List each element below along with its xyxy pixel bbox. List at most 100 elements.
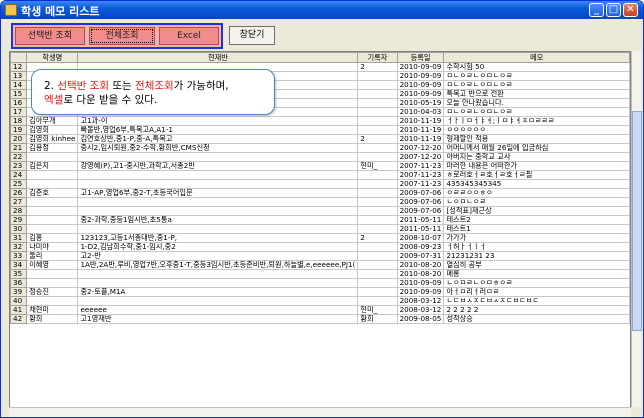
cell-memo[interactable]: ㄴㅇㅁㄹㄴㅇㅁㅎㅇㄹ [443, 278, 630, 288]
cell-recorder[interactable]: 황희 [357, 314, 398, 324]
cell-memo[interactable]: 아ㅓㅁ리ㅓ러ㅁㄹ [443, 287, 630, 297]
cell-rownum[interactable]: 40 [10, 296, 28, 306]
cell-student[interactable] [26, 269, 79, 279]
cell-rownum[interactable]: 18 [10, 116, 28, 126]
excel-button[interactable]: Excel [159, 27, 219, 45]
cell-student[interactable]: 둘리 [26, 251, 79, 261]
cell-class[interactable]: 빠볼반,영업6부,특목고A,A1-1 [77, 125, 359, 135]
cell-date[interactable]: 2010-08-20 [396, 269, 445, 279]
cell-recorder[interactable] [357, 179, 398, 189]
cell-date[interactable]: 2007-11-23 [396, 170, 445, 180]
cell-date[interactable]: 2009-08-05 [396, 314, 445, 324]
cell-recorder[interactable] [357, 224, 398, 234]
cell-student[interactable] [26, 170, 79, 180]
cell-memo[interactable]: [성적표]재근상 [443, 206, 630, 216]
table-row[interactable]: 42 황희 고1영재반 황희 2009-08-05 성적상승 [10, 314, 630, 324]
cell-memo[interactable]: ㅇㅇㅇㅇㅇㅇ [443, 125, 630, 135]
table-row[interactable]: 32 나미야 1-D2,김남희수학,중1-임시,중2 2008-09-23 ㅓ허ㅏㅓㅣㅓ [10, 242, 630, 252]
cell-student[interactable]: 나미야 [26, 242, 79, 252]
close-icon[interactable]: ✕ [623, 3, 638, 17]
cell-recorder[interactable] [357, 89, 398, 99]
table-row[interactable]: 23 김은지 강영혜(P),고1-중시반,과학고,서총2반 현미_ 2007-11-23… [10, 161, 630, 171]
cell-memo[interactable]: ㅎ로러호ㅓㄹ호ㅓㄹ호ㅓㄹ필 [443, 170, 630, 180]
cell-rownum[interactable]: 36 [10, 278, 28, 288]
cell-rownum[interactable]: 14 [10, 80, 28, 90]
cell-recorder[interactable] [357, 278, 398, 288]
table-row[interactable]: 34 이혜영 1A반,2A반,루비,영업7반,오후중1-T,중등3임시반,초등준비반… [10, 260, 630, 270]
cell-recorder[interactable]: 현미_ [357, 305, 398, 315]
cell-student[interactable]: 김영희 [26, 125, 79, 135]
cell-recorder[interactable] [357, 269, 398, 279]
cell-recorder[interactable] [357, 125, 398, 135]
cell-recorder[interactable] [357, 170, 398, 180]
cell-date[interactable]: 2007-11-23 [396, 161, 445, 171]
cell-rownum[interactable]: 12 [10, 62, 28, 72]
table-row[interactable]: 29 중2-과학,중등1임시반,초5통a 2011-05-11 테스트2 [10, 215, 630, 225]
table-row[interactable]: 22 2007-12-20 아버지는 중학교 교사 [10, 152, 630, 162]
table-row[interactable]: 33 둘리 고2-반 2009-07-31 21231231 23 [10, 251, 630, 261]
cell-student[interactable]: 채현미 [26, 305, 79, 315]
cell-class[interactable] [77, 224, 359, 234]
table-row[interactable]: 20 김영희 kinhee 김연호상반,중1-P,중-A,특목고 2 2010-11-1… [10, 134, 630, 144]
cell-class[interactable] [77, 206, 359, 216]
cell-recorder[interactable]: 현미_ [357, 161, 398, 171]
cell-student[interactable]: 황희 [26, 314, 79, 324]
cell-memo[interactable]: 435345345345 [443, 179, 630, 189]
cell-rownum[interactable]: 35 [10, 269, 28, 279]
cell-memo[interactable]: ㅁㄴㅇㄹㄴㅇㅁㄴㅇㄹ [443, 107, 630, 117]
table-row[interactable]: 28 2009-07-06 [성적표]재근상 [10, 206, 630, 216]
cell-student[interactable]: 김아무개 [26, 116, 79, 126]
cell-date[interactable]: 2010-09-09 [396, 89, 445, 99]
cell-memo[interactable]: 아버지는 중학교 교사 [443, 152, 630, 162]
cell-date[interactable]: 2007-11-23 [396, 179, 445, 189]
cell-memo[interactable]: ㅁㄴㅇㄹㄴㅇㅁㄴㅇㄹ [443, 80, 630, 90]
cell-date[interactable]: 2009-07-06 [396, 197, 445, 207]
cell-class[interactable]: 중시2,임시퇴원,중2-수학,황희반,CMS신청 [77, 143, 359, 153]
title-bar[interactable]: 학생 메모 리스트 _ □ ✕ [1, 1, 643, 19]
cell-recorder[interactable]: 2 [357, 134, 398, 144]
cell-recorder[interactable]: 2 [357, 62, 398, 72]
close-window-button[interactable]: 창닫기 [229, 26, 275, 45]
cell-student[interactable]: 김용정 [26, 143, 79, 153]
cell-student[interactable] [26, 197, 79, 207]
cell-recorder[interactable] [357, 287, 398, 297]
cell-memo[interactable]: ㅓ허ㅏㅓㅣㅓ [443, 242, 630, 252]
cell-student[interactable]: 김영희 kinhee [26, 134, 79, 144]
cell-recorder[interactable] [357, 152, 398, 162]
cell-recorder[interactable] [357, 80, 398, 90]
vertical-scrollbar[interactable] [631, 51, 642, 407]
cell-rownum[interactable]: 31 [10, 233, 28, 243]
cell-date[interactable]: 2010-05-19 [396, 98, 445, 108]
cell-date[interactable]: 2008-10-07 [396, 233, 445, 243]
cell-rownum[interactable]: 22 [10, 152, 28, 162]
scroll-thumb[interactable] [632, 111, 642, 331]
cell-rownum[interactable]: 28 [10, 206, 28, 216]
table-row[interactable]: 35 2010-08-20 메롱 [10, 269, 630, 279]
cell-class[interactable] [77, 152, 359, 162]
cell-date[interactable]: 2011-05-11 [396, 224, 445, 234]
cell-rownum[interactable]: 30 [10, 224, 28, 234]
cell-date[interactable]: 2007-12-20 [396, 143, 445, 153]
cell-rownum[interactable]: 19 [10, 125, 28, 135]
cell-rownum[interactable]: 20 [10, 134, 28, 144]
cell-date[interactable]: 2010-09-09 [396, 71, 445, 81]
cell-date[interactable]: 2007-12-20 [396, 152, 445, 162]
cell-recorder[interactable] [357, 116, 398, 126]
minimize-icon[interactable]: _ [589, 3, 604, 17]
cell-rownum[interactable]: 13 [10, 71, 28, 81]
cell-rownum[interactable]: 27 [10, 197, 28, 207]
cell-student[interactable]: 김은지 [26, 161, 79, 171]
cell-memo[interactable]: 테스트2 [443, 215, 630, 225]
cell-memo[interactable]: 21231231 23 [443, 251, 630, 261]
table-row[interactable]: 25 2007-11-23 435345345345 [10, 179, 630, 189]
cell-date[interactable]: 2010-09-09 [396, 80, 445, 90]
cell-student[interactable] [26, 215, 79, 225]
table-row[interactable]: 31 김홍 123123,고등1서총대반,중1-P, 2 2008-10-07 가가가 [10, 233, 630, 243]
cell-memo[interactable]: ㅁㄴㅇㄹㄴㅇㅁㄴㅇㄹ [443, 71, 630, 81]
cell-recorder[interactable] [357, 143, 398, 153]
cell-date[interactable]: 2010-11-19 [396, 125, 445, 135]
header-memo[interactable]: 메모 [443, 52, 630, 63]
select-class-button[interactable]: 선택반 조회 [15, 27, 85, 45]
header-date[interactable]: 등록일 [396, 52, 445, 63]
cell-memo[interactable]: 메롱 [443, 269, 630, 279]
